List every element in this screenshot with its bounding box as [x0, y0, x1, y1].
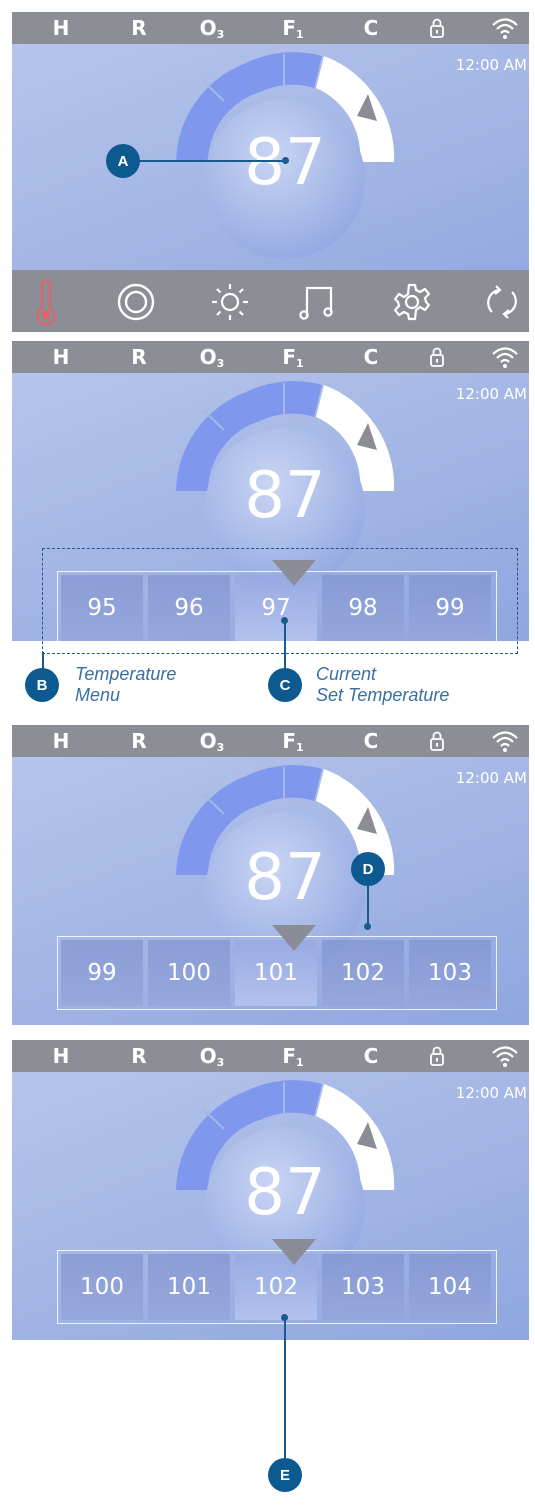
callout-a-leader — [136, 160, 284, 162]
temp-option[interactable]: 101 — [148, 1254, 230, 1320]
selection-pointer — [272, 1239, 316, 1265]
selection-pointer — [272, 925, 316, 951]
callout-a-dot — [282, 157, 289, 164]
cycle-icon[interactable] — [482, 282, 522, 327]
status-heat: H — [52, 16, 70, 40]
callout-c: C — [268, 668, 302, 702]
spa-screen-home: H R O3 F1 C 12:00 AM 87 — [12, 12, 529, 332]
caption-temperature-menu: Temperature Menu — [75, 664, 177, 705]
callout-a: A — [106, 144, 140, 178]
music-icon[interactable] — [298, 282, 338, 327]
spa-screen-temperature-raise: H R O3 F1 C 12:00 AM 87 99 100 101 102 1… — [12, 725, 529, 1025]
status-heat: H — [52, 1044, 70, 1068]
lock-icon — [429, 346, 445, 373]
light-icon[interactable] — [210, 282, 250, 327]
lock-icon — [429, 730, 445, 757]
callout-c-leader — [284, 620, 286, 672]
status-recirc: R — [131, 16, 147, 40]
spa-screen-temperature-final: H R O3 F1 C 12:00 AM 87 100 101 102 103 … — [12, 1040, 529, 1340]
wifi-icon — [491, 729, 519, 758]
lock-icon — [429, 17, 445, 44]
wifi-icon — [491, 1044, 519, 1073]
callout-d-dot — [364, 923, 371, 930]
status-recirc: R — [131, 1044, 147, 1068]
callout-e-dot — [281, 1314, 288, 1321]
current-temperature: 87 — [244, 1156, 326, 1230]
caption-current-set-temperature: Current Set Temperature — [316, 664, 450, 705]
status-recirc: R — [131, 345, 147, 369]
callout-d-leader — [367, 884, 369, 926]
bottom-nav-bar — [12, 270, 529, 332]
callout-c-dot — [281, 617, 288, 624]
jets-icon[interactable] — [116, 282, 156, 327]
current-temperature: 87 — [244, 459, 326, 533]
callout-b: B — [25, 668, 59, 702]
clock: 12:00 AM — [455, 769, 527, 787]
clock: 12:00 AM — [455, 1084, 527, 1102]
clock: 12:00 AM — [455, 56, 527, 74]
clock: 12:00 AM — [455, 385, 527, 403]
settings-icon[interactable] — [392, 282, 432, 327]
lock-icon — [429, 1045, 445, 1072]
temp-option[interactable]: 100 — [148, 940, 230, 1006]
temp-option[interactable]: 102 — [322, 940, 404, 1006]
wifi-icon — [491, 345, 519, 374]
temp-option[interactable]: 100 — [61, 1254, 143, 1320]
status-heat: H — [52, 729, 70, 753]
temp-option[interactable]: 104 — [409, 1254, 491, 1320]
callout-e: E — [268, 1458, 302, 1492]
status-heat: H — [52, 345, 70, 369]
temp-option[interactable]: 99 — [61, 940, 143, 1006]
wifi-icon — [491, 16, 519, 45]
callout-e-leader — [284, 1318, 286, 1464]
thermometer-icon[interactable] — [34, 278, 58, 331]
callout-d: D — [351, 852, 385, 886]
temperature-menu-highlight — [42, 548, 518, 654]
temp-option[interactable]: 103 — [322, 1254, 404, 1320]
status-recirc: R — [131, 729, 147, 753]
temp-option[interactable]: 103 — [409, 940, 491, 1006]
